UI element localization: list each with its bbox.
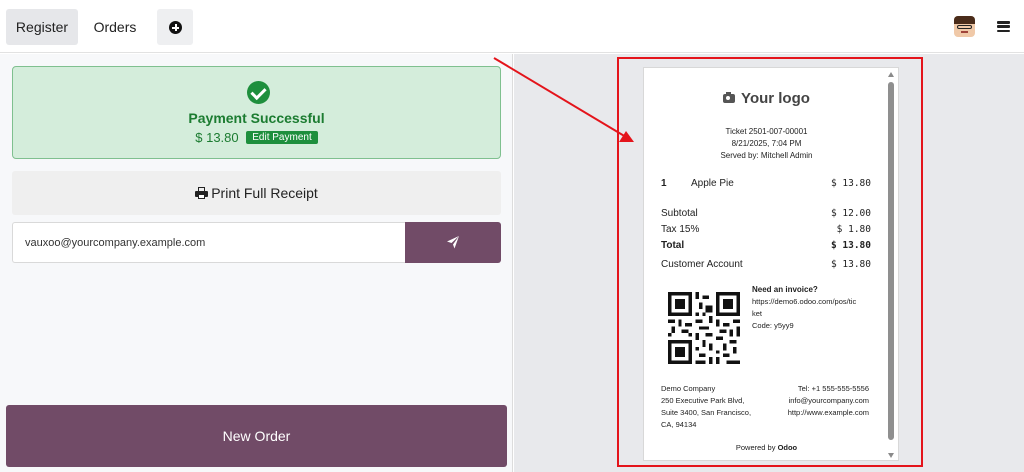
- payment-result-pane: Payment Successful $ 13.80 Edit Payment …: [0, 54, 513, 472]
- email-field[interactable]: [12, 222, 405, 263]
- user-avatar-icon[interactable]: [954, 16, 975, 37]
- tab-register[interactable]: Register: [6, 9, 78, 45]
- hamburger-menu-icon[interactable]: [997, 21, 1010, 33]
- plus-circle-icon: [169, 21, 182, 34]
- printer-icon: [195, 187, 209, 199]
- tab-orders[interactable]: Orders: [82, 9, 148, 45]
- print-button-label: Print Full Receipt: [211, 185, 318, 201]
- send-email-button[interactable]: [405, 222, 501, 263]
- check-circle-icon: [247, 81, 270, 104]
- payment-amount: $ 13.80: [195, 130, 239, 146]
- paper-plane-icon: [447, 236, 459, 249]
- payment-success-banner: Payment Successful $ 13.80 Edit Payment: [12, 66, 501, 159]
- edit-payment-button[interactable]: Edit Payment: [246, 131, 318, 145]
- payment-success-title: Payment Successful: [188, 110, 325, 126]
- add-order-button[interactable]: [157, 9, 193, 45]
- email-receipt-row: [12, 222, 501, 263]
- annotation-highlight-box: [617, 57, 923, 467]
- top-bar: Register Orders: [0, 0, 1024, 53]
- new-order-button[interactable]: New Order: [6, 405, 507, 467]
- print-full-receipt-button[interactable]: Print Full Receipt: [12, 171, 501, 215]
